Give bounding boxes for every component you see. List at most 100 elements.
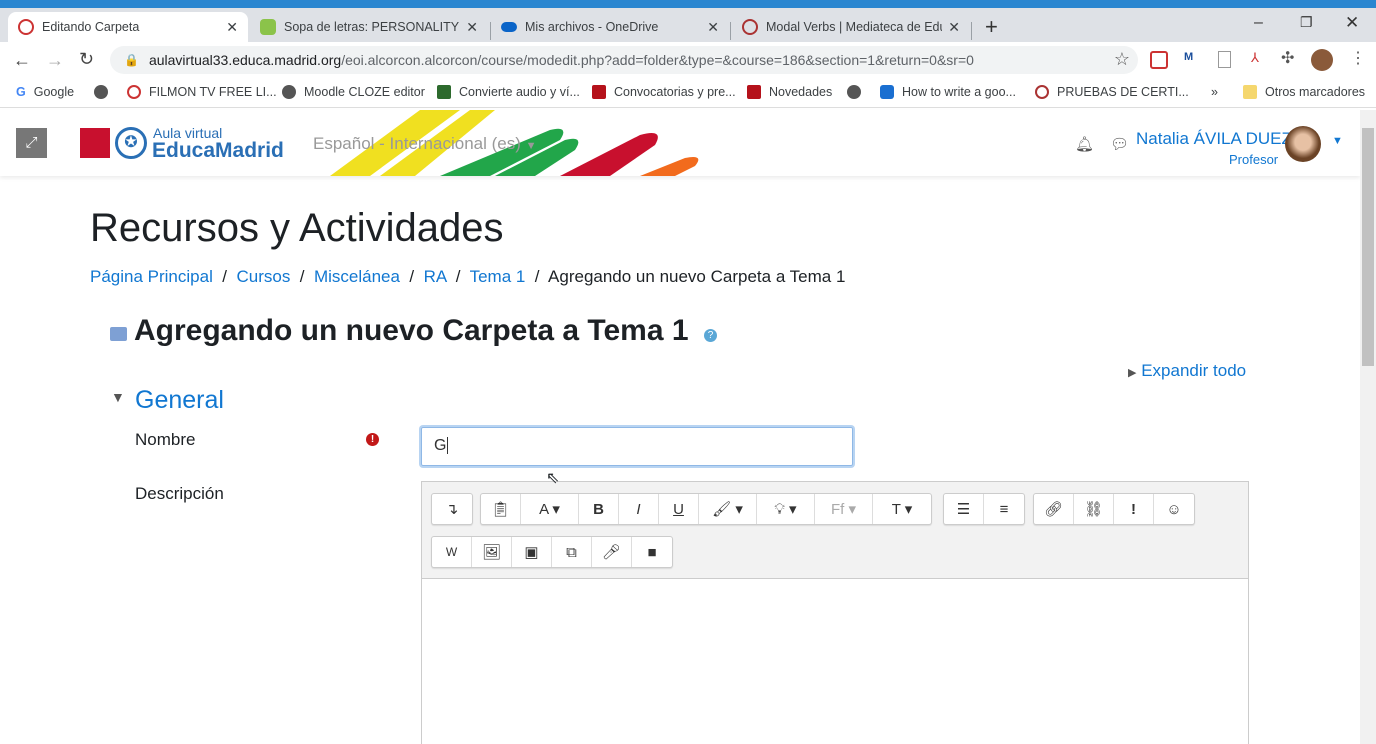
fullscreen-toggle-icon[interactable]: ⤢: [16, 128, 47, 158]
editor-content-area[interactable]: [422, 578, 1248, 744]
site-header: ⤢ ✪ Aula virtual EducaMadrid Español - I…: [0, 110, 1360, 176]
tab-modal-verbs[interactable]: Modal Verbs | Mediateca de Educ ✕: [732, 12, 970, 42]
bookmark-convocatorias[interactable]: Convocatorias y pre...: [592, 85, 736, 99]
extension-m-icon[interactable]: M: [1184, 51, 1193, 63]
educamadrid-star-icon: ✪: [115, 127, 147, 159]
close-tab-icon[interactable]: ✕: [948, 19, 960, 36]
bookmark-filmon[interactable]: FILMON TV FREE LI...: [127, 85, 277, 99]
collapse-chevron-icon[interactable]: ▼: [111, 389, 125, 405]
scrollbar-thumb[interactable]: [1362, 128, 1374, 366]
toolbar-group-4: 🔗︎ ⛓︎! ☺: [1033, 493, 1195, 525]
close-tab-icon[interactable]: ✕: [226, 19, 238, 36]
bold-icon[interactable]: B: [579, 494, 619, 524]
bookmark-convierte-audio[interactable]: Convierte audio y ví...: [437, 85, 580, 99]
url-path: /eoi.alcorcon.alcorcon/course/modedit.ph…: [341, 52, 974, 68]
extensions-puzzle-icon[interactable]: ✣: [1281, 48, 1294, 68]
back-button[interactable]: ←: [13, 50, 31, 71]
ordered-list-icon[interactable]: ≡: [984, 494, 1024, 524]
bookmark-pruebas[interactable]: PRUEBAS DE CERTI...: [1035, 85, 1189, 99]
bookmark-how-to-write[interactable]: How to write a goo...: [880, 85, 1016, 99]
other-bookmarks[interactable]: Otros marcadores: [1243, 85, 1365, 99]
emoticon-icon[interactable]: ☺: [1154, 494, 1194, 524]
close-tab-icon[interactable]: ✕: [707, 19, 719, 36]
brush-style-dropdown[interactable]: 🖌︎ ▾: [699, 494, 757, 524]
breadcrumb-home[interactable]: Página Principal: [90, 267, 213, 286]
link-icon[interactable]: 🔗︎: [1034, 494, 1074, 524]
url-bar[interactable]: 🔒 aulavirtual33.educa.madrid.org/eoi.alc…: [110, 46, 1138, 74]
minimize-button[interactable]: –: [1254, 14, 1263, 32]
extension-icon[interactable]: [1150, 51, 1168, 69]
close-window-button[interactable]: ✕: [1345, 13, 1359, 33]
user-menu-chevron-icon[interactable]: ▼: [1332, 135, 1343, 147]
bookmark-moodle-cloze[interactable]: Moodle CLOZE editor: [282, 85, 425, 99]
moodle-favicon-icon: [18, 19, 34, 35]
form-heading: Agregando un nuevo Carpeta a Tema 1: [134, 314, 689, 347]
tab-sopa-de-letras[interactable]: Sopa de letras: PERSONALITY AD ✕: [250, 12, 488, 42]
section-general[interactable]: General: [135, 386, 224, 415]
educaplay-favicon-icon: [260, 19, 276, 35]
unlink-icon[interactable]: ⛓︎: [1074, 494, 1114, 524]
media-icon[interactable]: ▣: [512, 537, 552, 567]
restore-button[interactable]: ❐: [1300, 14, 1313, 31]
bookmark-globe[interactable]: [94, 85, 116, 99]
more-bookmarks-chevron[interactable]: »: [1211, 85, 1218, 99]
record-video-icon[interactable]: ■: [632, 537, 672, 567]
emphasis-icon[interactable]: !: [1114, 494, 1154, 524]
name-input[interactable]: G: [421, 427, 853, 466]
record-audio-icon[interactable]: 🎤︎: [592, 537, 632, 567]
unordered-list-icon[interactable]: ☰: [944, 494, 984, 524]
page-title: Recursos y Actividades: [90, 206, 504, 250]
new-tab-button[interactable]: +: [985, 14, 998, 40]
user-role: Profesor: [1229, 152, 1279, 167]
tab-editando-carpeta[interactable]: Editando Carpeta ✕: [8, 12, 248, 42]
tab-title: Editando Carpeta: [42, 20, 140, 34]
profile-avatar[interactable]: [1311, 49, 1333, 71]
user-name[interactable]: Natalia ÁVILA DUEZ: [1136, 129, 1292, 149]
tips-dropdown[interactable]: 💡︎ ▾: [757, 494, 815, 524]
underline-icon[interactable]: U: [659, 494, 699, 524]
forward-button[interactable]: →: [46, 50, 64, 71]
breadcrumb-cursos[interactable]: Cursos: [236, 267, 290, 286]
document-extension-icon[interactable]: [1218, 51, 1231, 68]
mouse-cursor-icon: ⇖: [546, 470, 560, 487]
bookmark-novedades[interactable]: Novedades: [747, 85, 832, 99]
tab-title: Modal Verbs | Mediateca de Educ: [766, 20, 943, 34]
breadcrumb: Página Principal / Cursos / Miscelánea /…: [90, 267, 846, 286]
toolbar-group-2: 📋︎ A ▾ B I U 🖌︎ ▾ 💡︎ ▾ Ff ▾ T ▾: [480, 493, 932, 525]
toolbar-group-1: ↴: [431, 493, 473, 525]
word-import-icon[interactable]: W: [432, 537, 472, 567]
toolbar-group-3: ☰ ≡: [943, 493, 1025, 525]
font-family-dropdown[interactable]: Ff ▾: [815, 494, 873, 524]
tab-onedrive[interactable]: Mis archivos - OneDrive ✕: [491, 12, 729, 42]
breadcrumb-miscelanea[interactable]: Miscelánea: [314, 267, 400, 286]
comunidad-madrid-logo: [80, 128, 110, 158]
user-avatar[interactable]: [1285, 126, 1321, 162]
image-icon[interactable]: 🖼︎: [472, 537, 512, 567]
font-color-dropdown[interactable]: A ▾: [521, 494, 579, 524]
messages-icon[interactable]: 💬︎: [1110, 135, 1129, 153]
paste-icon[interactable]: 📋︎: [481, 494, 521, 524]
tab-title: Mis archivos - OneDrive: [525, 20, 659, 34]
help-icon[interactable]: ?: [704, 329, 717, 342]
breadcrumb-ra[interactable]: RA: [424, 267, 447, 286]
breadcrumb-tema-1[interactable]: Tema 1: [470, 267, 526, 286]
font-size-dropdown[interactable]: T ▾: [873, 494, 931, 524]
italic-icon[interactable]: I: [619, 494, 659, 524]
bookmark-google[interactable]: G Google: [16, 85, 74, 99]
breadcrumb-current: Agregando un nuevo Carpeta a Tema 1: [548, 267, 846, 286]
bookmark-star-icon[interactable]: ☆: [1114, 49, 1130, 70]
manage-files-icon[interactable]: ⧉: [552, 537, 592, 567]
pdf-extension-icon[interactable]: ⅄: [1251, 50, 1259, 66]
notifications-bell-icon[interactable]: 🔔︎: [1075, 135, 1094, 153]
tab-title: Sopa de letras: PERSONALITY AD: [284, 20, 461, 34]
window-top-bar: [0, 0, 1376, 8]
reload-button[interactable]: ↻: [79, 49, 94, 70]
mediateca-favicon-icon: [742, 19, 758, 35]
url-host: aulavirtual33.educa.madrid.org: [148, 52, 342, 68]
menu-kebab-icon[interactable]: ⋮: [1350, 48, 1366, 68]
expand-all-link[interactable]: ▶ Expandir todo: [1128, 361, 1246, 381]
close-tab-icon[interactable]: ✕: [466, 19, 478, 36]
language-selector[interactable]: Español - Internacional (es) ▼: [313, 134, 537, 154]
toolbar-toggle-icon[interactable]: ↴: [432, 494, 472, 524]
bookmark-globe-2[interactable]: [847, 85, 869, 99]
